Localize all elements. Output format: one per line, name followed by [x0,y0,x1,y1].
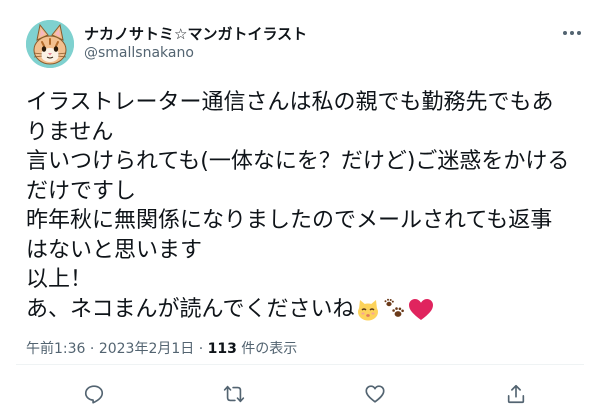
meta-separator: · [194,341,208,357]
retweet-button[interactable] [214,374,254,414]
divider [16,364,584,365]
more-dot [577,31,581,35]
tweet-time[interactable]: 午前1:36 [26,341,85,357]
like-icon [365,385,385,403]
tweet-text-line: あ、ネコまんが読んでくださいね [26,296,355,322]
retweet-icon [223,385,245,403]
tweet-text-line: はないと思います [26,237,203,263]
reply-icon [84,385,104,404]
emoji-row [356,298,434,322]
tweet-text-line: 昨年秋に無関係になりましたのでメールされても返事 [26,208,553,233]
tweet-text: イラストレーター通信さんは私の親でも勤務先でもあ りません 言いつけられても(一… [26,88,586,324]
views-label: 件の表示 [236,341,298,357]
tweet-text-line-last: あ、ネコまんが読んでくださいね [26,295,586,325]
views-count: 113 [207,341,237,357]
reply-button[interactable] [74,374,114,414]
red-heart-emoji [409,298,434,320]
tweet-meta: 午前1:36 · 2023年2月1日 · 113 件の表示 [26,338,297,358]
tweet-date[interactable]: 2023年2月1日 [99,341,194,357]
paw-prints-emoji [384,298,405,317]
tweet-text-line: 以上！ [26,267,93,292]
tweet-card: ナカノサトミ☆マンガトイラスト @smallsnakano イラストレーター通信… [0,0,600,420]
tweet-text-line: りません [26,119,114,145]
author-handle[interactable]: @smallsnakano [84,45,194,61]
kissing-cat-emoji [358,299,379,320]
like-button[interactable] [355,374,395,414]
share-button[interactable] [496,374,536,414]
cat-avatar-icon[interactable] [26,20,74,68]
author-display-name[interactable]: ナカノサトミ☆マンガトイラスト [84,23,307,44]
tweet-text-line: だけですし [26,178,137,204]
share-icon [507,384,525,404]
more-dot [570,31,574,35]
action-bar [0,374,600,414]
tweet-text-line: 言いつけられても(一体なにを？だけど)ご迷惑をかける [26,149,570,174]
more-dot [563,31,567,35]
more-options-icon[interactable] [558,22,586,44]
tweet-text-line: イラストレーター通信さんは私の親でも勤務先でもあ [26,90,554,115]
meta-separator: · [85,341,99,357]
